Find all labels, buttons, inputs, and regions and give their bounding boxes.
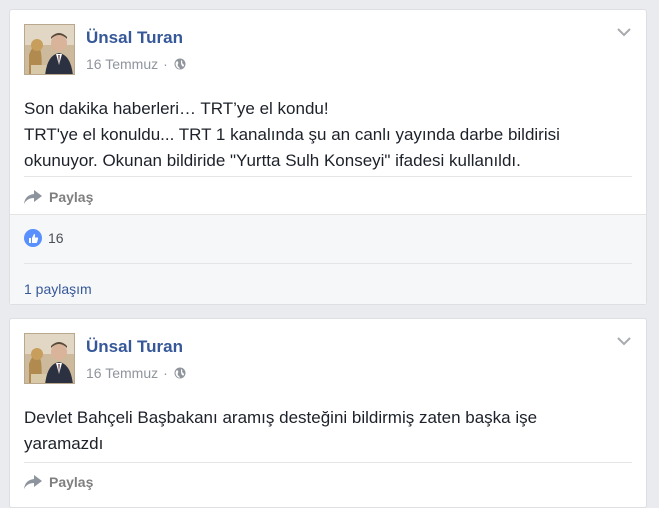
post-card: Ünsal Turan 16 Temmuz · Devlet Bahçeli B… [9, 318, 647, 508]
post-meta: 16 Temmuz · [86, 56, 186, 72]
author-avatar[interactable] [24, 333, 75, 384]
divider [24, 263, 632, 264]
author-name[interactable]: Ünsal Turan [86, 337, 183, 357]
avatar-photo [25, 25, 74, 74]
author-avatar[interactable] [24, 24, 75, 75]
like-summary[interactable]: 16 [24, 229, 64, 247]
chevron-down-icon[interactable] [616, 26, 632, 38]
post-meta: 16 Temmuz · [86, 365, 186, 381]
like-count: 16 [48, 230, 64, 246]
post-text-line: Son dakika haberleri… TRT’ye el kondu! [24, 99, 329, 118]
post-header: Ünsal Turan 16 Temmuz · [10, 319, 646, 389]
globe-icon[interactable] [174, 367, 186, 379]
post-text-paragraph: Devlet Bahçeli Başbakanı aramış desteğin… [24, 408, 538, 453]
author-name[interactable]: Ünsal Turan [86, 28, 183, 48]
divider [24, 462, 632, 463]
meta-separator: · [163, 56, 168, 72]
avatar-photo [25, 334, 74, 383]
share-button[interactable]: Paylaş [24, 474, 93, 490]
like-icon [24, 229, 42, 247]
post-text-line: okunuyor. Okunan bildiride "Yurtta Sulh … [24, 151, 521, 170]
post-text-line: TRT'ye el konuldu... TRT 1 kanalında şu … [24, 125, 560, 144]
post-text: Son dakika haberleri… TRT’ye el kondu! T… [10, 80, 646, 174]
divider [24, 176, 632, 177]
share-count-link[interactable]: 1 paylaşım [24, 281, 92, 297]
share-button[interactable]: Paylaş [24, 189, 93, 205]
share-arrow-icon [24, 475, 42, 489]
post-header: Ünsal Turan 16 Temmuz · [10, 10, 646, 80]
meta-separator: · [163, 365, 168, 381]
share-label: Paylaş [49, 474, 94, 490]
share-label: Paylaş [49, 189, 94, 205]
post-date[interactable]: 16 Temmuz [86, 365, 158, 381]
post-card: Ünsal Turan 16 Temmuz · Son dakika haber… [9, 9, 647, 305]
chevron-down-icon[interactable] [616, 335, 632, 347]
post-text: Devlet Bahçeli Başbakanı aramış desteğin… [10, 389, 646, 457]
share-arrow-icon [24, 190, 42, 204]
globe-icon[interactable] [174, 58, 186, 70]
post-date[interactable]: 16 Temmuz [86, 56, 158, 72]
post-footer: 16 1 paylaşım [10, 214, 646, 304]
